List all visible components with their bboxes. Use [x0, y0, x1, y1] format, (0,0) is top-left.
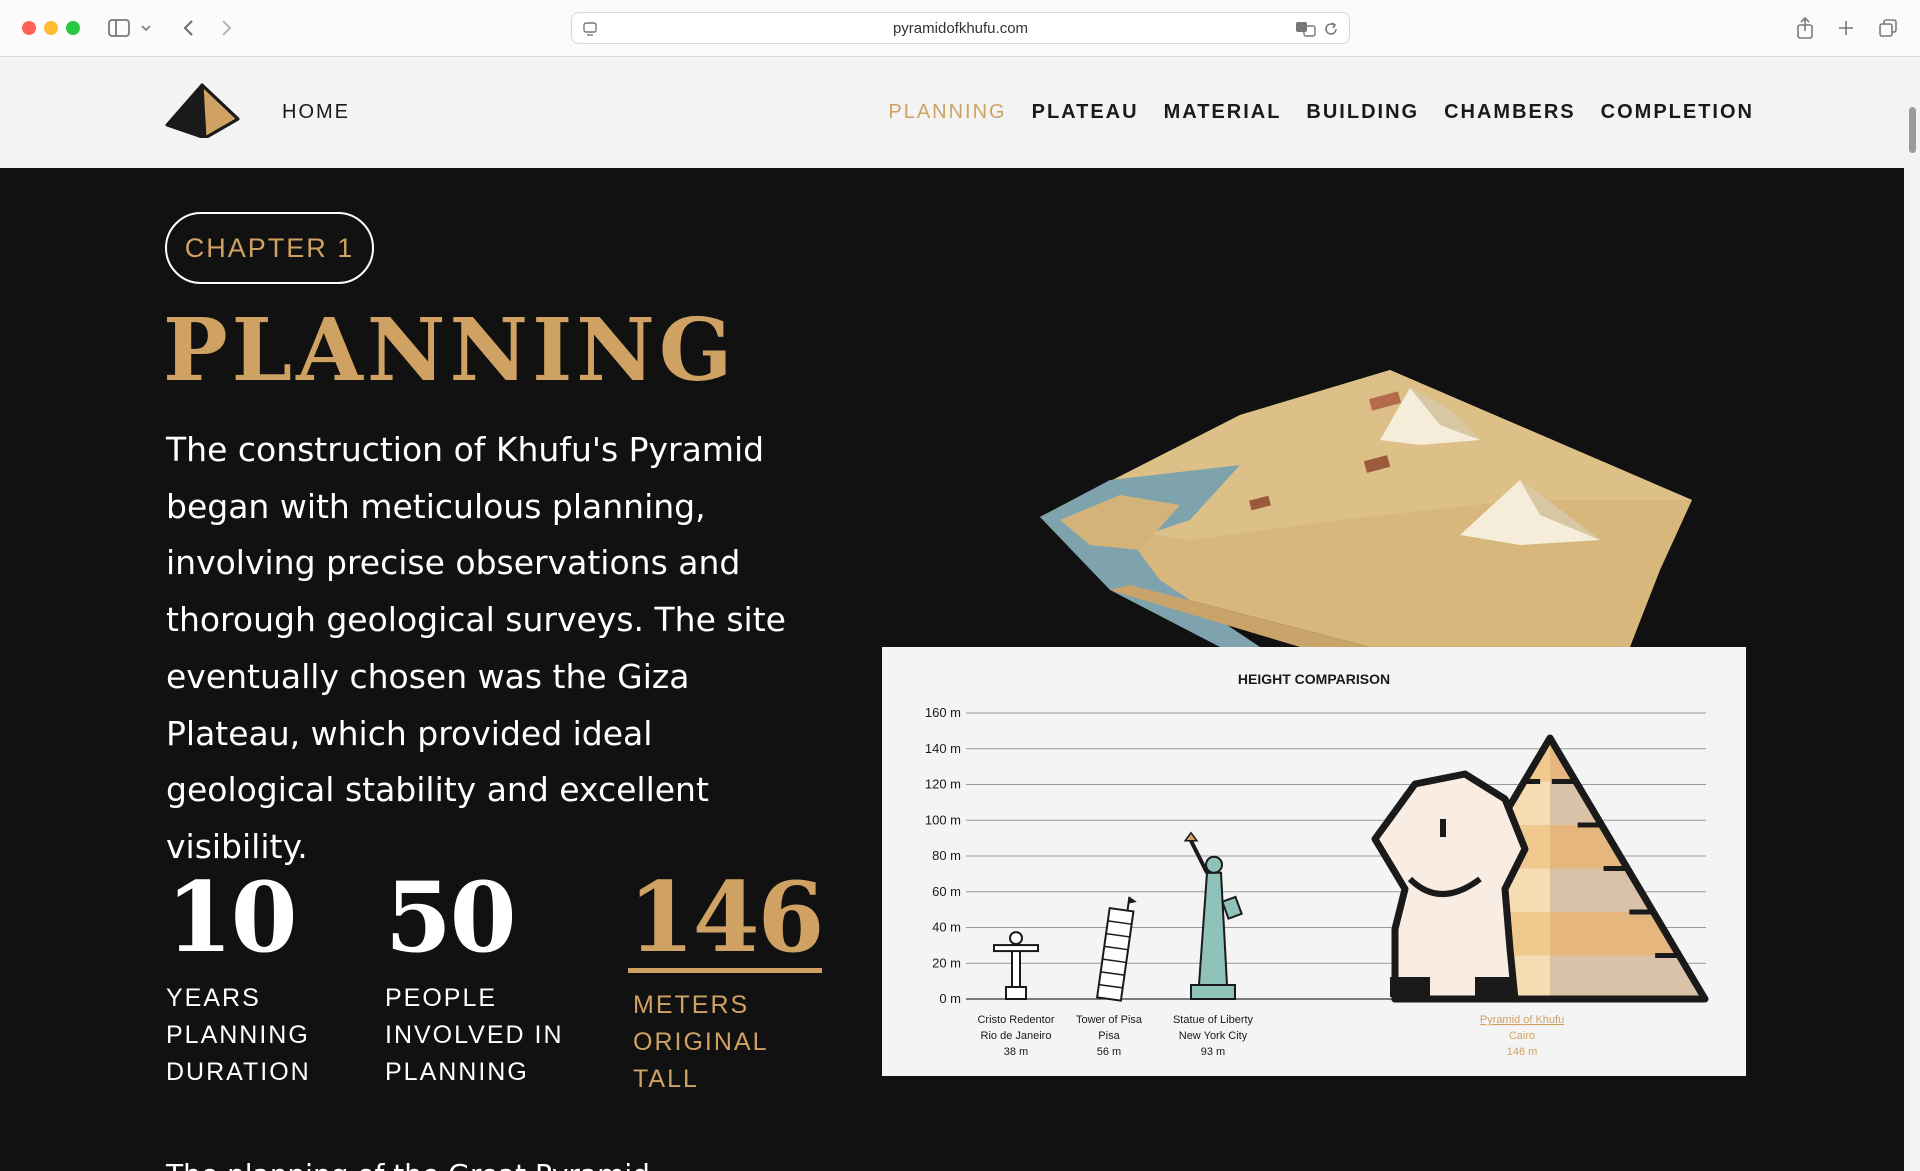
forward-icon[interactable] — [213, 14, 241, 42]
liberty-robe — [1197, 871, 1229, 986]
intro-paragraph: The construction of Khufu's Pyramid bega… — [166, 430, 786, 866]
y-tick-label: 140 m — [925, 741, 961, 756]
y-tick-label: 0 m — [939, 991, 961, 1006]
liberty-torch — [1183, 831, 1199, 842]
stat-years: 10 YEARS PLANNING DURATION — [166, 870, 346, 1091]
height-comparison-chart: HEIGHT COMPARISON 0 m 20 m 40 m 60 m 80 m 100… — [882, 647, 1746, 1076]
sphinx-body — [1371, 770, 1529, 1003]
nav-planning[interactable]: PLANNING — [888, 101, 1006, 124]
landmark-tower-of-pisa-icon — [1095, 896, 1137, 1002]
statue-base — [1005, 986, 1027, 1000]
new-tab-icon[interactable] — [1832, 14, 1860, 42]
y-tick-label: 40 m — [932, 920, 961, 935]
x-category-label: Statue of Liberty — [1173, 1014, 1254, 1026]
nav-chambers[interactable]: CHAMBERS — [1444, 101, 1576, 124]
tower-shape — [1095, 896, 1137, 1002]
nav-building[interactable]: BUILDING — [1306, 101, 1419, 124]
chevron-down-icon[interactable] — [136, 14, 156, 42]
reload-icon[interactable] — [1323, 21, 1339, 41]
x-category-label: Cristo Redentor — [977, 1014, 1054, 1026]
chart-title: HEIGHT COMPARISON — [1238, 671, 1390, 687]
x-category-label: 56 m — [1097, 1046, 1121, 1058]
page-title: PLANNING — [163, 300, 737, 401]
nav-home-link[interactable]: HOME — [282, 101, 350, 124]
x-category-label: Pyramid of Khufu — [1480, 1014, 1564, 1026]
landmark-statue-of-liberty-icon — [1183, 831, 1243, 1000]
tower-flag — [1128, 896, 1137, 904]
stat-value: 50 — [385, 861, 517, 974]
share-icon[interactable] — [1791, 14, 1819, 42]
browser-toolbar: pyramidofkhufu.com — [0, 0, 1920, 57]
y-tick-label: 20 m — [932, 955, 961, 970]
pyramid-logo-icon[interactable] — [165, 83, 240, 142]
main-nav: PLANNING PLATEAU MATERIAL BUILDING CHAMB… — [888, 101, 1754, 124]
liberty-base — [1190, 984, 1236, 1000]
scrollbar-thumb[interactable] — [1909, 107, 1916, 153]
page-scrollbar[interactable] — [1904, 57, 1920, 1171]
close-window-button[interactable] — [22, 21, 36, 35]
y-tick-label: 160 m — [925, 705, 961, 720]
stat-meters: 146 METERS ORIGINAL TALL — [628, 861, 824, 1098]
zoom-window-button[interactable] — [66, 21, 80, 35]
stat-value: 146 — [628, 861, 824, 974]
stat-value: 10 — [166, 861, 298, 974]
x-category-label: 146 m — [1507, 1046, 1538, 1058]
stat-label: PEOPLE INVOLVED IN PLANNING — [385, 984, 564, 1086]
statue-arms — [993, 944, 1039, 953]
landmark-pyramid-of-khufu-icon — [1371, 734, 1709, 1003]
site-header: HOME PLANNING PLATEAU MATERIAL BUILDING … — [0, 57, 1904, 168]
next-paragraph: The planning of the Great Pyramid... — [166, 1158, 677, 1171]
back-icon[interactable] — [174, 14, 202, 42]
chart-canvas: HEIGHT COMPARISON 0 m 20 m 40 m 60 m 80 m 100… — [925, 671, 1709, 1058]
nav-material[interactable]: MATERIAL — [1164, 101, 1282, 124]
sidebar-toggle-icon[interactable] — [105, 14, 133, 42]
nav-completion[interactable]: COMPLETION — [1601, 101, 1754, 124]
x-category-label: New York City — [1179, 1030, 1248, 1042]
stat-label: YEARS PLANNING DURATION — [166, 984, 311, 1086]
address-bar[interactable]: pyramidofkhufu.com — [571, 12, 1350, 44]
y-tick-label: 80 m — [932, 848, 961, 863]
x-category-label: Pisa — [1098, 1030, 1120, 1042]
translate-icon[interactable] — [1295, 20, 1317, 42]
sphinx-paw — [1390, 977, 1430, 997]
liberty-head — [1205, 855, 1223, 874]
x-category-label: Tower of Pisa — [1076, 1014, 1143, 1026]
statue-head — [1009, 931, 1023, 946]
x-category-label: 93 m — [1201, 1046, 1225, 1058]
sphinx-eye — [1440, 819, 1446, 837]
sphinx-paw — [1475, 977, 1515, 997]
y-tick-label: 100 m — [925, 812, 961, 827]
stat-people: 50 PEOPLE INVOLVED IN PLANNING — [385, 870, 595, 1091]
y-tick-label: 120 m — [925, 777, 961, 792]
minimize-window-button[interactable] — [44, 21, 58, 35]
x-category-label: Rio de Janeiro — [981, 1030, 1052, 1042]
giza-plateau-render — [1040, 370, 1730, 647]
stat-label: METERS ORIGINAL TALL — [633, 991, 768, 1093]
liberty-tablet — [1221, 895, 1243, 920]
landmark-cristo-redentor-icon — [993, 931, 1039, 1000]
x-category-label: 38 m — [1004, 1046, 1028, 1058]
tab-overview-icon[interactable] — [1874, 14, 1902, 42]
x-category-label: Cairo — [1509, 1030, 1535, 1042]
chapter-badge: CHAPTER 1 — [165, 212, 374, 284]
url-text: pyramidofkhufu.com — [892, 20, 1029, 37]
liberty-arm — [1189, 839, 1209, 874]
nav-plateau[interactable]: PLATEAU — [1032, 101, 1139, 124]
y-tick-label: 60 m — [932, 884, 961, 899]
